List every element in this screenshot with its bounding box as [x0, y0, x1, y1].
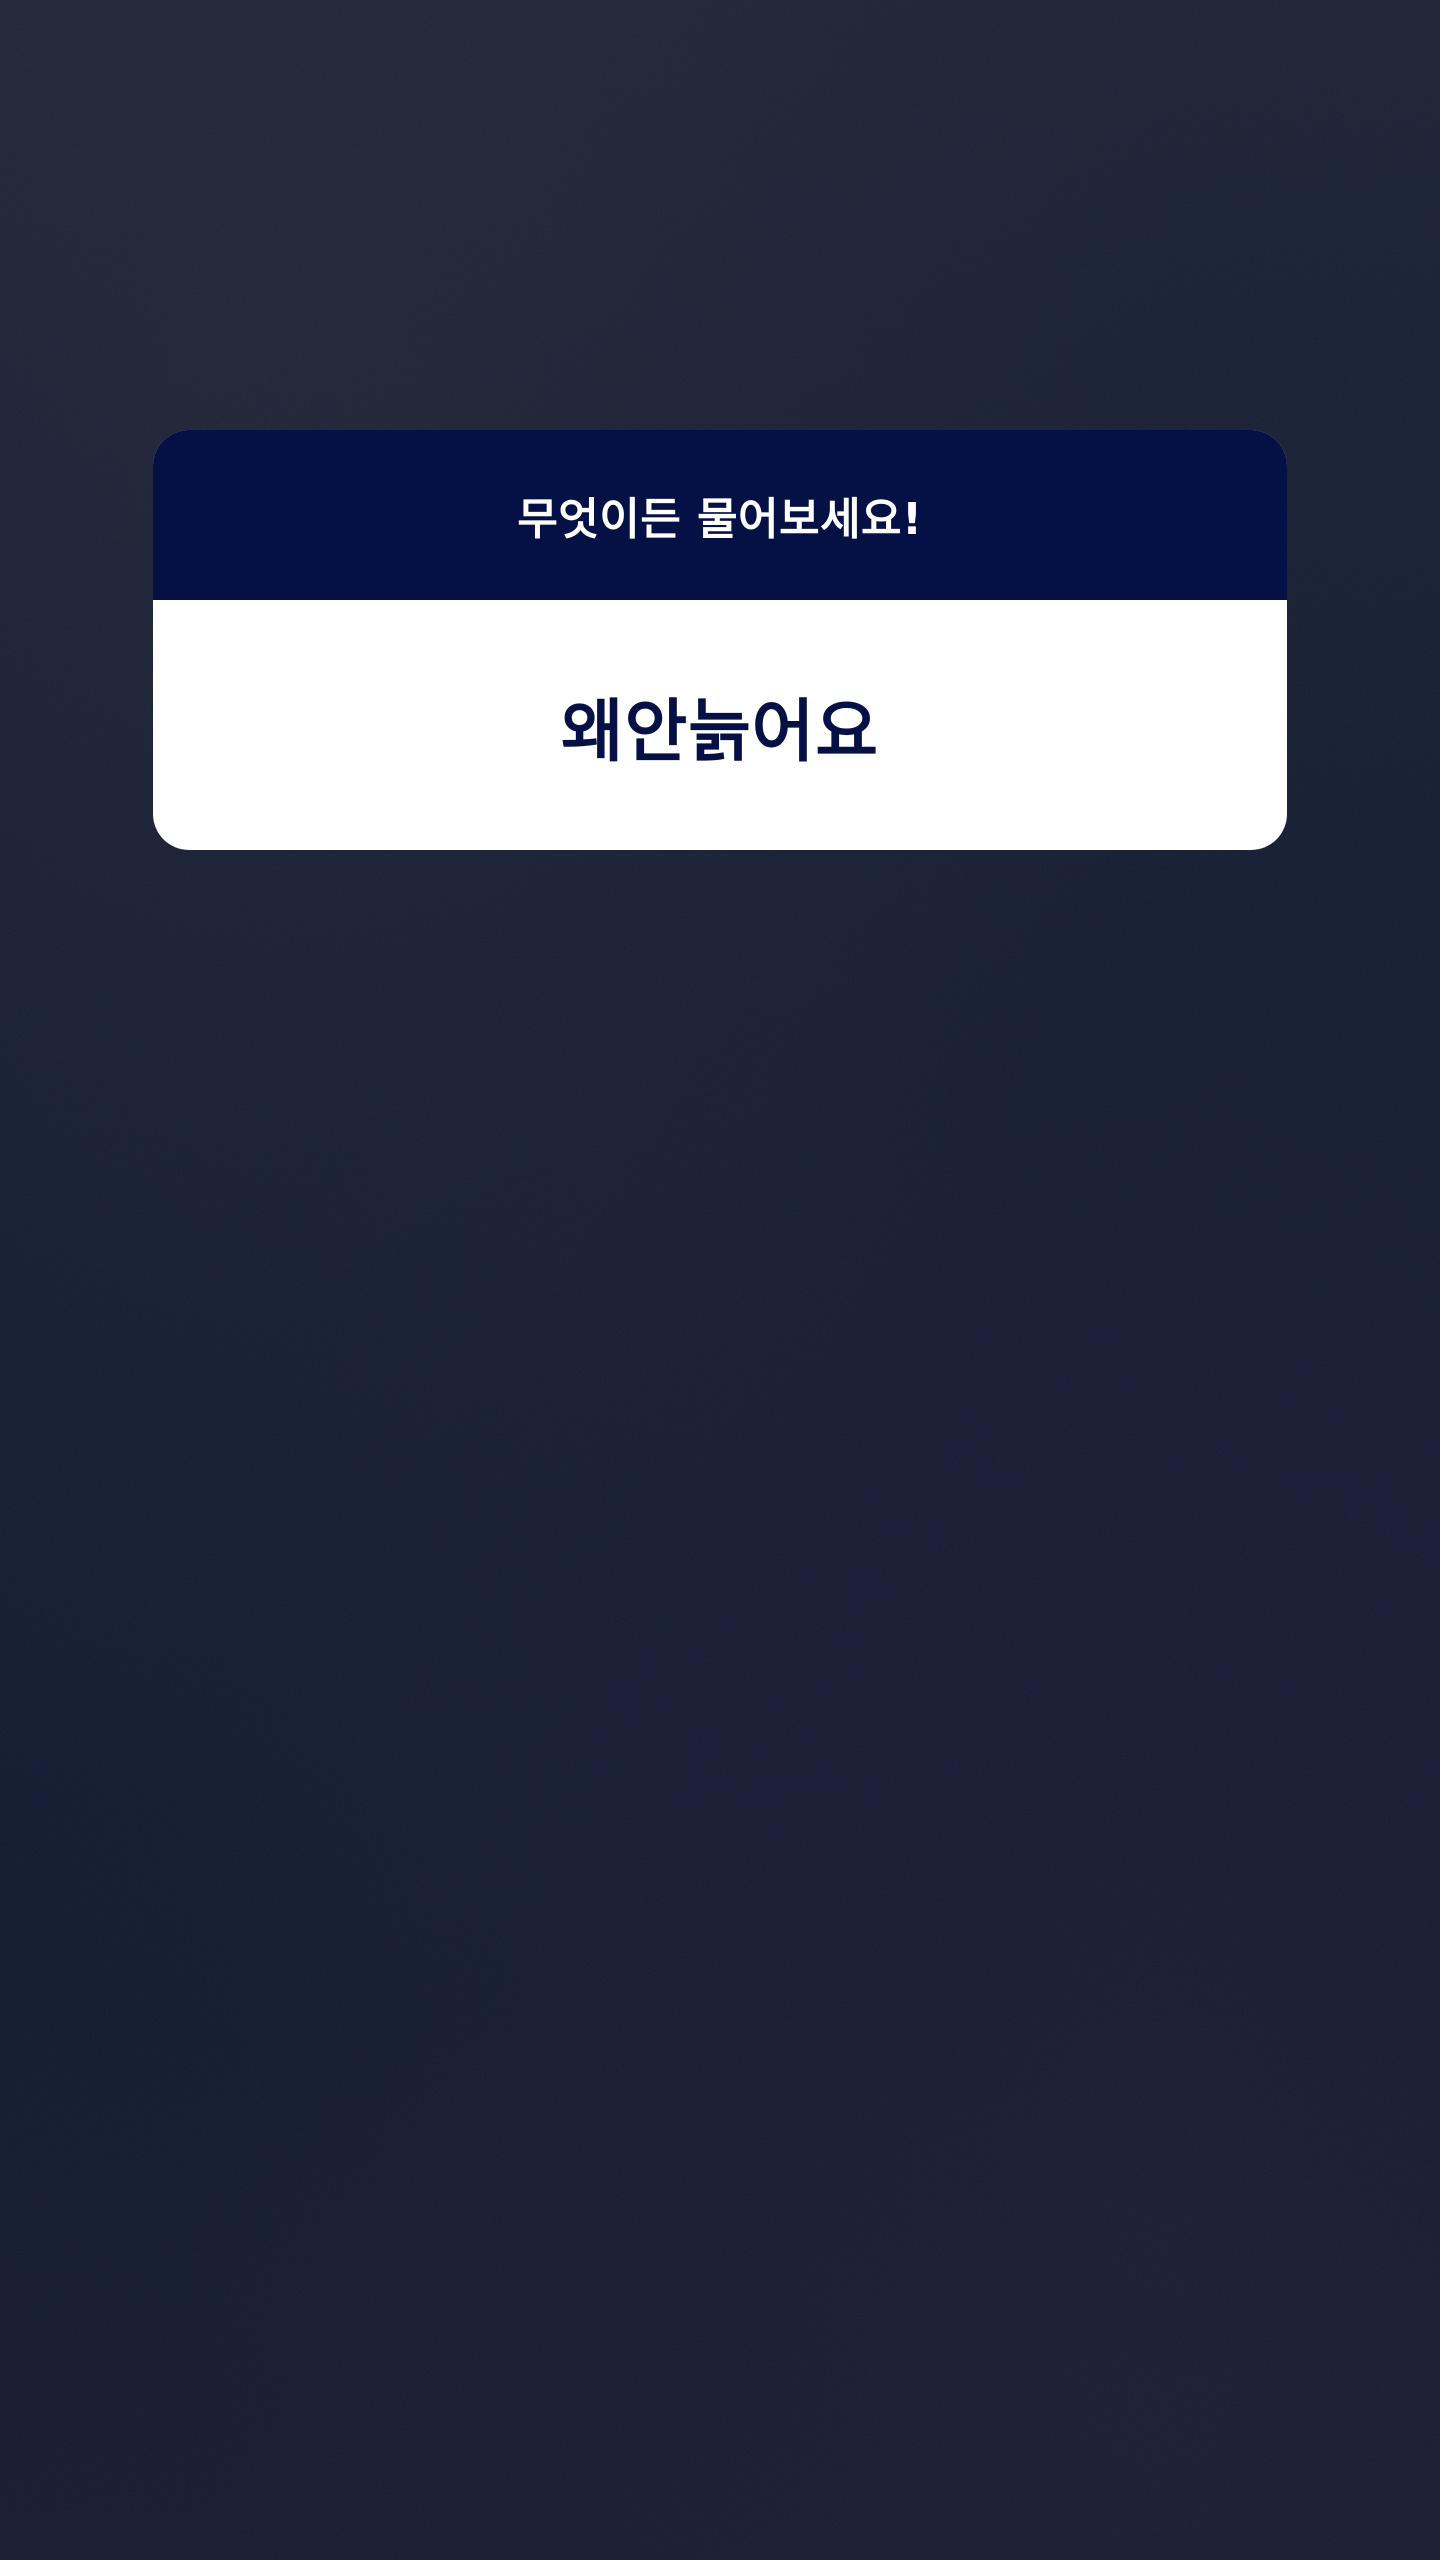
question-sticker-header: 무엇이든 물어보세요! — [153, 430, 1287, 600]
background-texture — [0, 0, 1440, 2560]
question-prompt: 무엇이든 물어보세요! — [517, 494, 923, 545]
question-sticker-body: 왜안늙어요 — [153, 600, 1287, 850]
story-screen: { "question_sticker": { "prompt": "무엇이든 … — [0, 0, 1440, 2560]
question-answer: 왜안늙어요 — [561, 692, 879, 772]
question-sticker[interactable]: 무엇이든 물어보세요! 왜안늙어요 — [153, 430, 1287, 850]
